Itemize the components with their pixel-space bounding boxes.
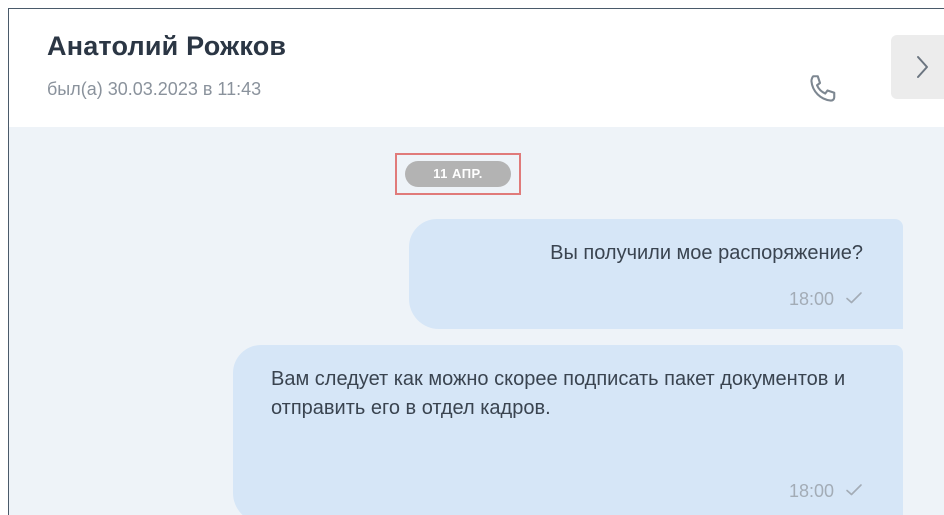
call-button[interactable] [805, 71, 841, 107]
check-icon [840, 481, 863, 501]
message-time: 18:00 [788, 481, 834, 501]
message-text: Вы получили мое распоряжение? [550, 242, 863, 264]
message-bubble[interactable]: Вам следует как можно скорее подписать п… [233, 345, 903, 515]
date-separator-highlight: 11 АПР. [395, 153, 521, 195]
date-separator: 11 АПР. [405, 161, 511, 187]
message-text: Вам следует как можно скорее подписать п… [271, 368, 846, 419]
last-seen-status: был(а) 30.03.2023 в 11:43 [47, 79, 262, 99]
check-icon [840, 289, 863, 309]
message-meta: 18:00 [789, 285, 863, 314]
message-bubble[interactable]: Вы получили мое распоряжение? 18:00 [409, 219, 903, 329]
phone-icon [805, 75, 841, 111]
message-meta: 18:00 [789, 477, 863, 506]
contact-name[interactable]: Анатолий Рожков [47, 31, 286, 62]
next-panel-button[interactable] [891, 35, 944, 99]
chat-header: Анатолий Рожков был(а) 30.03.2023 в 11:4… [9, 9, 944, 127]
chat-window: Анатолий Рожков был(а) 30.03.2023 в 11:4… [8, 8, 944, 515]
message-time: 18:00 [788, 289, 834, 309]
message-area[interactable]: 11 АПР. Вы получили мое распоряжение? 18… [9, 127, 944, 515]
